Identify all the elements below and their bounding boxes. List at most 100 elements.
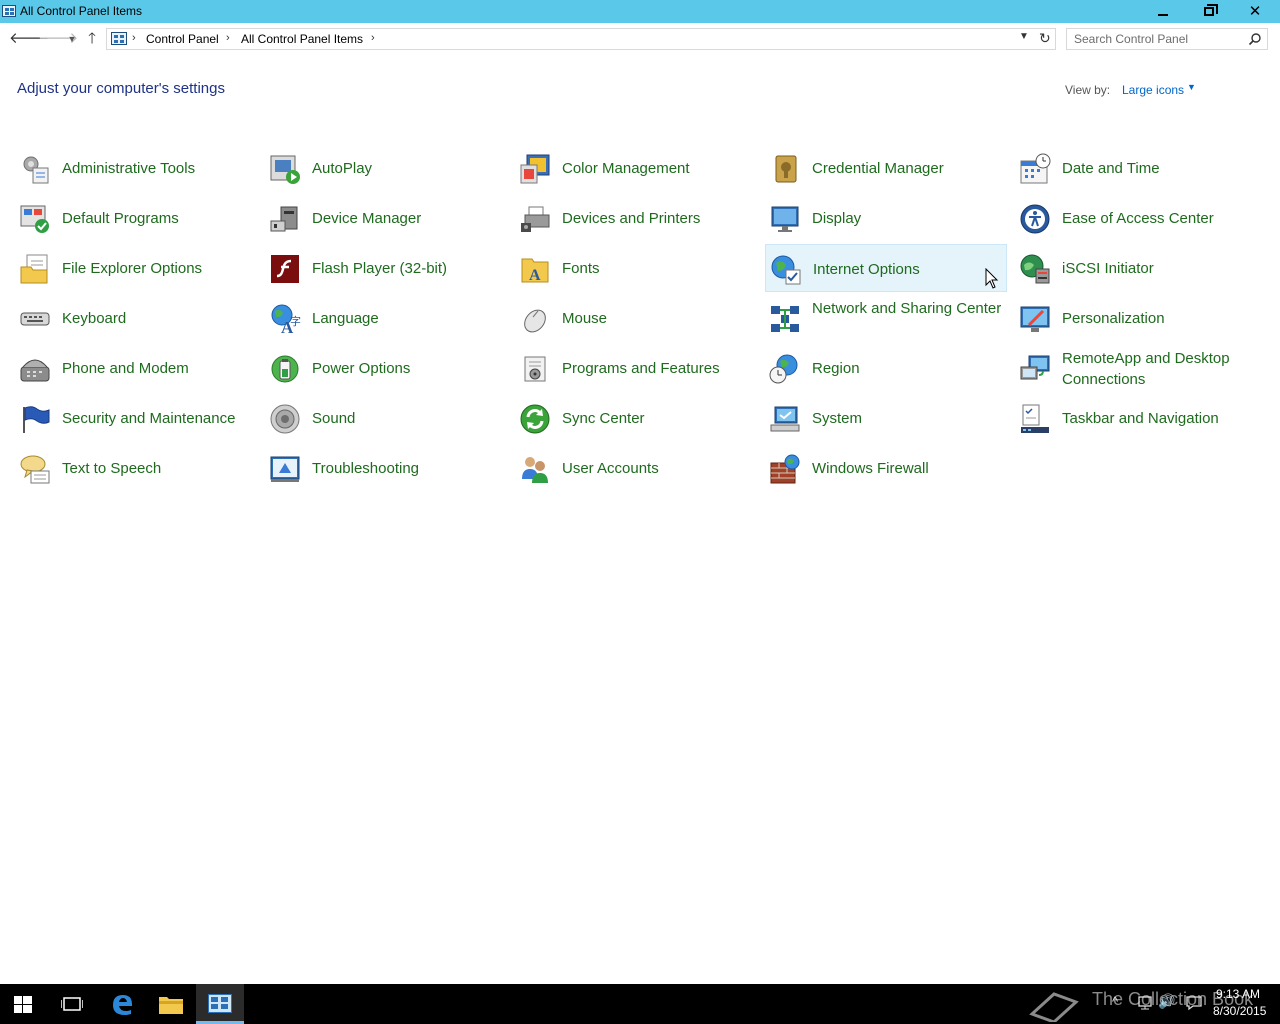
item-file-explorer-options[interactable]: File Explorer Options xyxy=(15,244,257,292)
taskbar: The Collection Book ^ 🔊 9:13 AM 8/30/201… xyxy=(0,984,1280,1024)
search-icon[interactable] xyxy=(1248,32,1262,46)
item-label: Region xyxy=(812,360,860,377)
item-iscsi-initiator[interactable]: iSCSI Initiator xyxy=(1015,244,1257,292)
action-center-icon[interactable] xyxy=(1185,995,1203,1011)
item-credential-manager[interactable]: Credential Manager xyxy=(765,144,1007,192)
clock-date[interactable]: 8/30/2015 xyxy=(1213,1004,1266,1018)
item-language[interactable]: A 字 Language xyxy=(265,294,507,342)
edge-browser-icon[interactable] xyxy=(110,992,134,1016)
close-icon: ✕ xyxy=(1248,3,1262,20)
item-power-options[interactable]: Power Options xyxy=(265,344,507,392)
item-label: Display xyxy=(812,210,862,227)
item-security-and-maintenance[interactable]: Security and Maintenance xyxy=(15,394,257,442)
item-label: Phone and Modem xyxy=(62,360,189,377)
view-by-dropdown[interactable]: Large icons xyxy=(1122,83,1184,97)
sync-center-icon xyxy=(520,404,550,434)
title-bar: All Control Panel Items ✕ xyxy=(0,0,1280,23)
view-by-label: View by: xyxy=(1065,83,1111,97)
refresh-icon[interactable]: ↻ xyxy=(1039,30,1051,47)
restore-button[interactable] xyxy=(1186,0,1232,23)
item-internet-options[interactable]: Internet Options xyxy=(765,244,1007,292)
network-icon[interactable] xyxy=(1136,995,1154,1011)
item-keyboard[interactable]: Keyboard xyxy=(15,294,257,342)
item-label: Device Manager xyxy=(312,210,422,227)
back-button[interactable]: 🡐 xyxy=(9,29,49,49)
administrative-tools-icon xyxy=(23,156,49,184)
item-label: Devices and Printers xyxy=(562,210,701,227)
mouse-icon xyxy=(524,309,546,333)
page-heading: Adjust your computer's settings xyxy=(17,80,225,97)
breadcrumb-separator-icon[interactable]: › xyxy=(132,32,136,44)
power-options-icon xyxy=(271,355,299,383)
breadcrumb-control-panel[interactable]: Control Panel xyxy=(146,32,219,46)
view-by-chevron-down-icon[interactable]: ▼ xyxy=(1187,82,1196,92)
item-region[interactable]: Region xyxy=(765,344,1007,392)
item-display[interactable]: Display xyxy=(765,194,1007,242)
breadcrumb-all-items[interactable]: All Control Panel Items xyxy=(241,32,363,46)
file-explorer-icon[interactable] xyxy=(159,994,183,1014)
item-phone-and-modem[interactable]: Phone and Modem xyxy=(15,344,257,392)
recent-locations-chevron-icon[interactable]: ▼ xyxy=(62,29,82,49)
item-programs-and-features[interactable]: Programs and Features xyxy=(515,344,757,392)
item-date-and-time[interactable]: Date and Time xyxy=(1015,144,1257,192)
item-user-accounts[interactable]: User Accounts xyxy=(515,444,757,492)
item-label: Taskbar and Navigation xyxy=(1062,410,1219,427)
item-label: Windows Firewall xyxy=(812,460,929,477)
item-text-to-speech[interactable]: Text to Speech xyxy=(15,444,257,492)
keyboard-icon xyxy=(20,312,50,326)
item-device-manager[interactable]: Device Manager xyxy=(265,194,507,242)
user-accounts-icon xyxy=(522,457,548,483)
taskbar-control-panel-button[interactable] xyxy=(196,984,244,1024)
item-network-and-sharing-center[interactable]: Network and Sharing Center xyxy=(765,294,1007,342)
volume-icon[interactable]: 🔊 xyxy=(1158,993,1175,1010)
item-personalization[interactable]: Personalization xyxy=(1015,294,1257,342)
forward-button[interactable]: 🡒 xyxy=(38,29,78,49)
close-button[interactable]: ✕ xyxy=(1232,0,1278,23)
clock-time[interactable]: 9:13 AM xyxy=(1216,987,1260,1001)
file-explorer-options-icon xyxy=(20,254,48,284)
svg-text:字: 字 xyxy=(290,314,301,328)
show-hidden-icons-chevron-icon[interactable]: ^ xyxy=(1112,994,1118,1009)
address-dropdown-chevron-icon[interactable]: ▼ xyxy=(1019,31,1029,42)
item-mouse[interactable]: Mouse xyxy=(515,294,757,342)
item-label: Sync Center xyxy=(562,410,645,427)
item-sync-center[interactable]: Sync Center xyxy=(515,394,757,442)
item-flash-player[interactable]: Flash Player (32-bit) xyxy=(265,244,507,292)
navigation-bar: 🡐 🡒 ▼ 🡑 › Control Panel › All Control Pa… xyxy=(0,23,1280,55)
item-troubleshooting[interactable]: Troubleshooting xyxy=(265,444,507,492)
address-bar[interactable]: › Control Panel › All Control Panel Item… xyxy=(106,28,1056,50)
search-input[interactable] xyxy=(1067,29,1243,49)
item-fonts[interactable]: A Fonts xyxy=(515,244,757,292)
item-default-programs[interactable]: Default Programs xyxy=(15,194,257,242)
minimize-button[interactable] xyxy=(1140,0,1186,23)
date-time-icon xyxy=(1020,153,1051,184)
item-label: Programs and Features xyxy=(562,360,720,377)
up-button[interactable]: 🡑 xyxy=(82,29,102,49)
item-sound[interactable]: Sound xyxy=(265,394,507,442)
item-label: Troubleshooting xyxy=(312,460,420,477)
item-windows-firewall[interactable]: Windows Firewall xyxy=(765,444,1007,492)
phone-modem-icon xyxy=(20,359,50,382)
item-administrative-tools[interactable]: Administrative Tools xyxy=(15,144,257,192)
task-view-icon[interactable] xyxy=(61,996,83,1012)
windows-start-icon[interactable] xyxy=(14,996,32,1013)
item-system[interactable]: System xyxy=(765,394,1007,442)
mouse-cursor-icon xyxy=(985,268,999,289)
search-box[interactable] xyxy=(1066,28,1268,50)
item-color-management[interactable]: Color Management xyxy=(515,144,757,192)
windows-firewall-icon xyxy=(770,454,800,484)
item-label: Date and Time xyxy=(1062,160,1160,177)
item-label: Color Management xyxy=(562,160,690,177)
item-ease-of-access-center[interactable]: Ease of Access Center xyxy=(1015,194,1257,242)
devices-printers-icon xyxy=(521,206,550,232)
item-label: iSCSI Initiator xyxy=(1062,260,1154,277)
item-taskbar-and-navigation[interactable]: Taskbar and Navigation xyxy=(1015,394,1257,442)
breadcrumb-separator-icon[interactable]: › xyxy=(226,32,230,44)
item-devices-and-printers[interactable]: Devices and Printers xyxy=(515,194,757,242)
control-panel-icon xyxy=(111,32,127,45)
item-autoplay[interactable]: AutoPlay xyxy=(265,144,507,192)
credential-manager-icon xyxy=(775,155,797,183)
default-programs-icon xyxy=(20,205,49,233)
item-remoteapp-and-desktop-connections[interactable]: RemoteApp and Desktop Connections xyxy=(1015,344,1257,392)
breadcrumb-separator-icon[interactable]: › xyxy=(371,32,375,44)
